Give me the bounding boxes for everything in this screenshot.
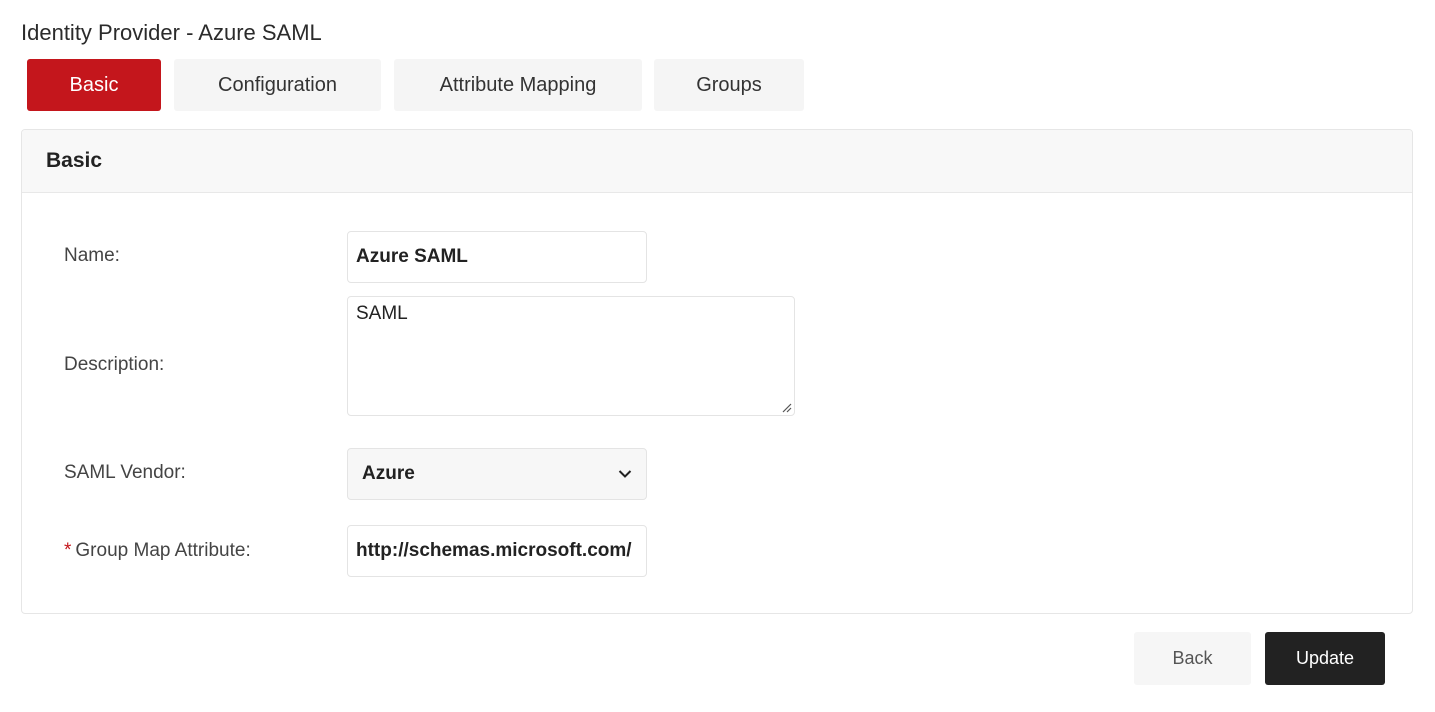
description-label: Description: bbox=[64, 354, 165, 375]
tab-basic[interactable]: Basic bbox=[27, 59, 161, 111]
name-field[interactable]: Azure SAML bbox=[347, 231, 647, 283]
tab-configuration[interactable]: Configuration bbox=[174, 59, 381, 111]
tab-groups[interactable]: Groups bbox=[654, 59, 804, 111]
back-button[interactable]: Back bbox=[1134, 632, 1251, 685]
chevron-down-icon bbox=[618, 470, 632, 478]
saml-vendor-select[interactable]: Azure bbox=[347, 448, 647, 500]
name-label: Name: bbox=[64, 245, 120, 266]
saml-vendor-value: Azure bbox=[362, 463, 415, 484]
group-map-attribute-field[interactable]: http://schemas.microsoft.com/ bbox=[347, 525, 647, 577]
card-header: Basic bbox=[22, 130, 1412, 193]
update-button[interactable]: Update bbox=[1265, 632, 1385, 685]
tab-attribute-mapping[interactable]: Attribute Mapping bbox=[394, 59, 642, 111]
card-title: Basic bbox=[46, 149, 103, 172]
page-title: Identity Provider - Azure SAML bbox=[21, 20, 322, 45]
description-field[interactable]: SAML bbox=[347, 296, 795, 416]
group-map-attribute-value: http://schemas.microsoft.com/ bbox=[356, 540, 632, 561]
basic-card: Basic Name: Azure SAML Description: SAML… bbox=[21, 129, 1413, 614]
description-value: SAML bbox=[356, 303, 408, 324]
group-map-label: * Group Map Attribute: bbox=[64, 540, 251, 562]
resize-grip-icon[interactable] bbox=[780, 401, 792, 413]
name-value: Azure SAML bbox=[356, 246, 468, 267]
required-marker: * bbox=[64, 540, 72, 561]
saml-vendor-label: SAML Vendor: bbox=[64, 462, 186, 483]
group-map-label-text: Group Map Attribute: bbox=[75, 540, 251, 561]
